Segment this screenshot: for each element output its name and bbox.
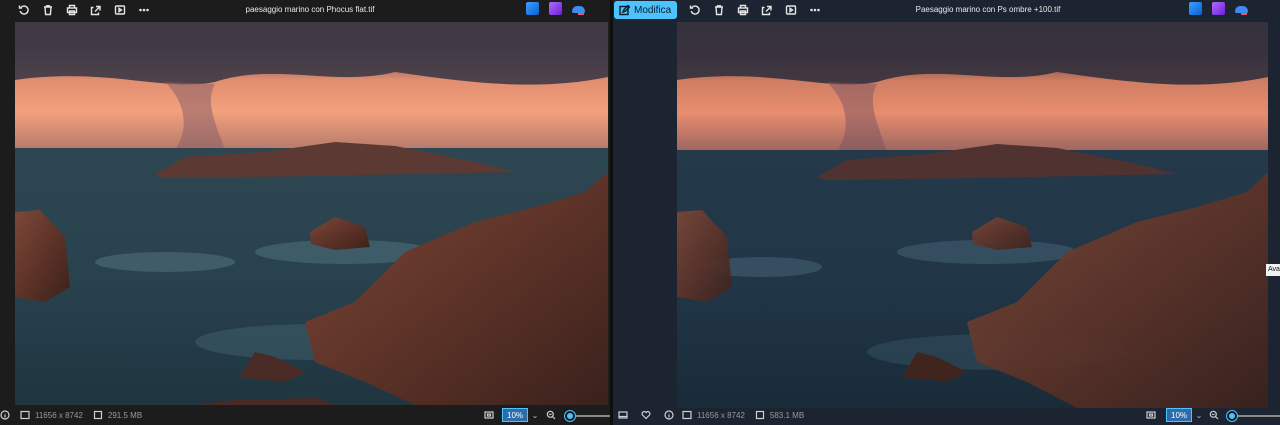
left-photo[interactable] bbox=[15, 22, 608, 405]
image-icon bbox=[20, 410, 30, 420]
slideshow-icon[interactable] bbox=[779, 1, 803, 19]
share-icon[interactable] bbox=[755, 1, 779, 19]
left-zoom-value[interactable]: 10% bbox=[502, 408, 529, 422]
left-app-shortcuts bbox=[526, 2, 585, 15]
right-zoom-value[interactable]: 10% bbox=[1166, 408, 1193, 422]
right-viewer: Modifica Paesaggio marino con Ps ombre +… bbox=[613, 0, 1280, 425]
print-icon[interactable] bbox=[60, 1, 84, 19]
fit-icon[interactable] bbox=[484, 410, 494, 420]
fit-icon[interactable] bbox=[1146, 410, 1156, 420]
onedrive-icon[interactable] bbox=[1235, 2, 1248, 15]
image-icon bbox=[682, 410, 692, 420]
rotate-icon[interactable] bbox=[683, 1, 707, 19]
share-icon[interactable] bbox=[84, 1, 108, 19]
tooltip: Avan bbox=[1266, 264, 1280, 276]
info-icon[interactable] bbox=[0, 410, 10, 420]
disk-icon bbox=[93, 410, 103, 420]
disk-icon bbox=[755, 410, 765, 420]
clipchamp-icon[interactable] bbox=[549, 2, 562, 15]
left-zoom-slider[interactable] bbox=[565, 411, 611, 421]
chevron-down-icon[interactable]: ⌄ bbox=[1192, 408, 1206, 422]
left-zoom-select[interactable]: 10% ⌄ bbox=[502, 408, 542, 422]
clipchamp-icon[interactable] bbox=[1212, 2, 1225, 15]
right-dimensions: 11656 x 8742 bbox=[697, 410, 745, 420]
left-file-title: paesaggio marino con Phocus flat.tif bbox=[245, 5, 375, 14]
more-icon[interactable] bbox=[132, 1, 156, 19]
chevron-down-icon[interactable]: ⌄ bbox=[528, 408, 542, 422]
edit-icon bbox=[619, 4, 630, 15]
onedrive-icon[interactable] bbox=[572, 2, 585, 15]
left-dimensions: 11656 x 8742 bbox=[35, 410, 83, 420]
right-zoom-slider[interactable] bbox=[1227, 411, 1280, 421]
right-file-title: Paesaggio marino con Ps ombre +100.tif bbox=[915, 5, 1061, 14]
right-zoom-select[interactable]: 10% ⌄ bbox=[1166, 408, 1206, 422]
left-zoom-thumb[interactable] bbox=[565, 411, 575, 421]
edit-button[interactable]: Modifica bbox=[614, 1, 678, 19]
right-zoom-thumb[interactable] bbox=[1227, 411, 1237, 421]
right-photo[interactable] bbox=[677, 22, 1268, 408]
photoshop-icon[interactable] bbox=[526, 2, 539, 15]
heart-icon[interactable] bbox=[641, 410, 651, 420]
zoom-out-icon[interactable] bbox=[1209, 410, 1219, 420]
delete-icon[interactable] bbox=[707, 1, 731, 19]
left-viewer: paesaggio marino con Phocus flat.tif 116… bbox=[0, 0, 611, 425]
edit-button-label: Modifica bbox=[634, 4, 672, 16]
photoshop-icon[interactable] bbox=[1189, 2, 1202, 15]
print-icon[interactable] bbox=[731, 1, 755, 19]
filmstrip-icon[interactable] bbox=[618, 410, 628, 420]
zoom-out-icon[interactable] bbox=[546, 410, 556, 420]
delete-icon[interactable] bbox=[36, 1, 60, 19]
rotate-icon[interactable] bbox=[12, 1, 36, 19]
slideshow-icon[interactable] bbox=[108, 1, 132, 19]
info-icon[interactable] bbox=[664, 410, 674, 420]
left-filesize: 291.5 MB bbox=[107, 410, 143, 420]
right-app-shortcuts bbox=[1189, 2, 1248, 15]
more-icon[interactable] bbox=[803, 1, 827, 19]
right-filesize: 583.1 MB bbox=[769, 410, 805, 420]
